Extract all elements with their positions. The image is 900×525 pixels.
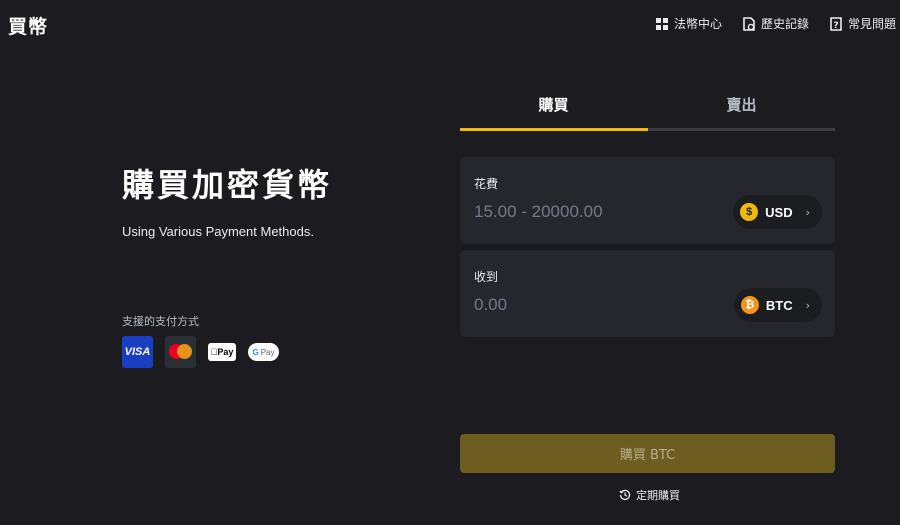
recurring-buy-link[interactable]: 定期購買 [619,487,680,503]
payment-methods: VISA Pay GPay [122,336,279,368]
spend-panel: 花費 $ USD › [460,157,835,244]
receive-currency-code: BTC [765,297,793,313]
mastercard-icon [165,336,196,368]
btc-coin-icon: ₿ [740,296,759,314]
nav-faq[interactable]: ? 常見問題 [829,15,896,32]
buy-btc-button[interactable]: 購買 BTC [460,434,835,473]
faq-icon: ? [829,16,843,31]
mastercard-orange-circle [177,344,192,359]
apple-logo-icon:  [211,347,218,357]
tab-sell[interactable]: 賣出 [648,94,835,115]
apple-pay-text: Pay [213,347,233,357]
trade-tabs: 購買 賣出 [460,94,835,132]
visa-icon: VISA [122,336,153,368]
nav-history-label: 歷史記錄 [760,17,809,31]
nav-faq-label: 常見問題 [847,17,896,31]
hero-subtitle: Using Various Payment Methods. [122,224,314,239]
history-document-icon [742,16,756,31]
apple-pay-icon: Pay [208,343,236,361]
recurring-clock-icon [619,489,631,501]
receive-amount-input[interactable] [474,295,714,315]
receive-currency-selector[interactable]: ₿ BTC › [733,288,822,322]
hero-title: 購買加密貨幣 [122,166,333,204]
chevron-right-icon: › [805,205,810,219]
payment-methods-label: 支援的支付方式 [122,315,199,328]
usd-coin-icon: $ [740,203,759,221]
google-pay-text: Pay [260,347,275,357]
grid-icon [655,17,669,31]
nav-fiat-center-label: 法幣中心 [673,17,722,31]
spend-currency-selector[interactable]: $ USD › [733,195,822,229]
spend-label: 花費 [474,177,499,191]
receive-panel: 收到 ₿ BTC › [460,250,835,337]
google-pay-icon: G Pay [248,343,279,361]
nav-history[interactable]: 歷史記錄 [742,15,809,32]
nav-fiat-center[interactable]: 法幣中心 [655,15,722,32]
chevron-right-icon: › [805,298,810,312]
page-brand-title: 買幣 [8,16,49,38]
google-g-icon: G [252,347,259,357]
spend-amount-input[interactable] [474,202,714,222]
svg-text:?: ? [833,21,838,31]
top-nav: 法幣中心 歷史記錄 ? 常見問題 [655,15,896,32]
spend-currency-code: USD [765,204,793,220]
top-bar: 買幣 法幣中心 歷史記錄 ? 常見問題 [0,0,900,50]
tab-buy[interactable]: 購買 [460,94,647,115]
receive-label: 收到 [474,270,499,284]
tab-buy-indicator [460,128,648,131]
recurring-buy-label: 定期購買 [636,489,680,502]
tab-sell-indicator [648,128,835,131]
